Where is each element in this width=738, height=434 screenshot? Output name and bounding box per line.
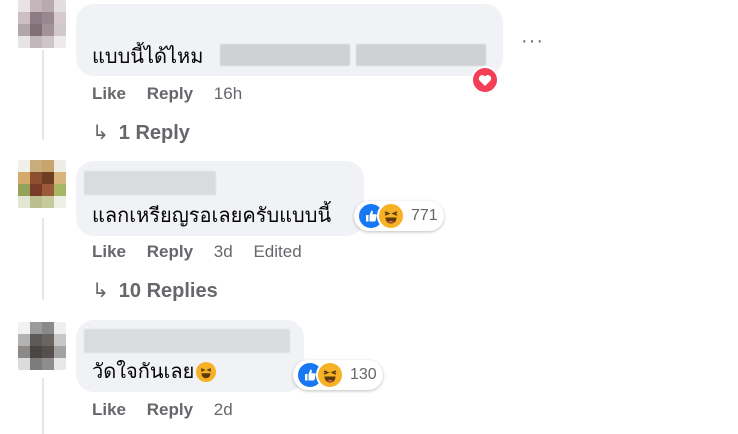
- reaction-count: 771: [411, 207, 438, 224]
- like-button[interactable]: Like: [92, 84, 126, 103]
- comment-text-content: วัดใจกันเลย: [92, 359, 195, 383]
- reply-button[interactable]: Reply: [147, 400, 193, 419]
- avatar[interactable]: [18, 322, 66, 370]
- view-replies-button[interactable]: ↳ 1 Reply: [92, 120, 190, 145]
- reaction-summary[interactable]: 130: [293, 360, 383, 390]
- more-options-icon[interactable]: ···: [521, 30, 544, 53]
- view-replies-button[interactable]: ↳ 10 Replies: [92, 278, 218, 303]
- author-name[interactable]: [84, 329, 290, 353]
- comment-actions: Like Reply 16h: [92, 84, 258, 104]
- thread-line: [42, 50, 44, 140]
- mention-tag[interactable]: [220, 44, 350, 66]
- thread-line: [42, 378, 44, 434]
- reaction-count: 130: [350, 366, 377, 383]
- haha-reaction-icon: [377, 202, 405, 230]
- reply-arrow-icon: ↳: [92, 280, 109, 302]
- like-button[interactable]: Like: [92, 400, 126, 419]
- mention-tag[interactable]: [356, 44, 486, 66]
- comment-text: แบบนี้ได้ไหม: [92, 44, 204, 68]
- comment-actions: Like Reply 2d: [92, 400, 249, 420]
- timestamp[interactable]: 16h: [214, 84, 242, 103]
- reply-arrow-icon: ↳: [92, 122, 109, 144]
- timestamp[interactable]: 2d: [214, 400, 233, 419]
- author-name[interactable]: [84, 171, 216, 195]
- avatar[interactable]: [18, 160, 66, 208]
- reply-button[interactable]: Reply: [147, 242, 193, 261]
- avatar[interactable]: [18, 0, 66, 48]
- comment-text: แลกเหรียญรอเลยครับแบบนี้: [92, 203, 332, 227]
- replies-count: 1 Reply: [118, 122, 190, 144]
- thread-line: [42, 218, 44, 300]
- replies-count: 10 Replies: [118, 280, 218, 302]
- comment-text: วัดใจกันเลย: [92, 359, 217, 383]
- like-button[interactable]: Like: [92, 242, 126, 261]
- comment-actions: Like Reply 3d Edited: [92, 242, 318, 262]
- reply-button[interactable]: Reply: [147, 84, 193, 103]
- reaction-summary[interactable]: 771: [354, 201, 444, 231]
- edited-label[interactable]: Edited: [253, 242, 301, 261]
- timestamp[interactable]: 3d: [214, 242, 233, 261]
- laughing-emoji-icon: [196, 362, 217, 382]
- haha-reaction-icon: [316, 361, 344, 389]
- love-reaction-icon[interactable]: [471, 66, 499, 94]
